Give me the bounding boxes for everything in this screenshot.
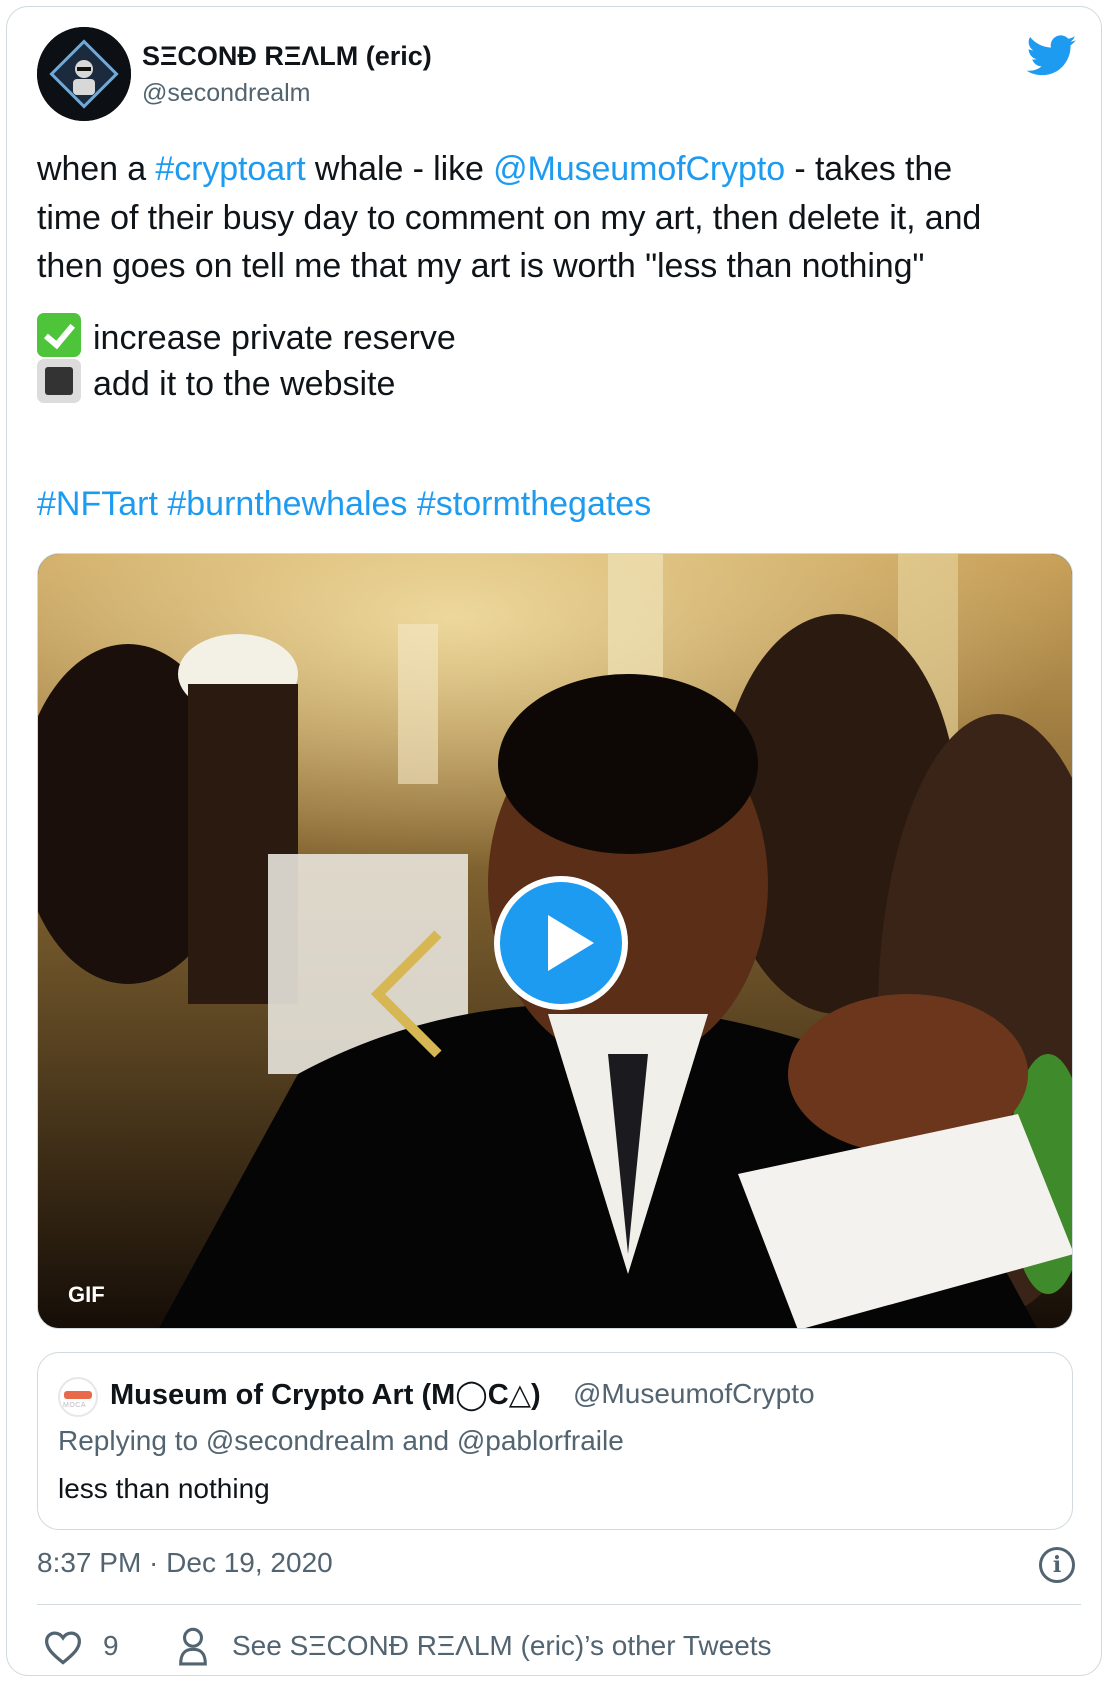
- quoted-author-name: Museum of Crypto Art (M◯C△): [110, 1379, 541, 1411]
- tweet-line-2: time of their busy day to comment on my …: [37, 198, 982, 237]
- embedded-tweet-card[interactable]: SΞCONĐ RΞΛLM (eric) @secondrealm when a …: [6, 6, 1102, 1676]
- tweet-text: when a #cryptoart whale - like @Museumof…: [37, 145, 1087, 291]
- author-name[interactable]: SΞCONĐ RΞΛLM (eric): [142, 41, 432, 72]
- checklist-item-text: add it to the website: [93, 365, 396, 403]
- hashtags-links[interactable]: #NFTart #burnthewhales #stormthegates: [37, 485, 651, 524]
- twitter-bird-icon[interactable]: [1027, 35, 1077, 77]
- tweet-text-segment: when a: [37, 150, 156, 188]
- person-icon[interactable]: [177, 1627, 209, 1667]
- quoted-replying-to: Replying to @secondrealm and @pablorfrai…: [58, 1425, 624, 1456]
- quoted-author-avatar: [58, 1377, 98, 1417]
- checklist-item: increase private reserve: [37, 313, 456, 363]
- author-handle[interactable]: @secondrealm: [142, 79, 311, 108]
- gif-badge: GIF: [68, 1282, 105, 1307]
- quoted-tweet[interactable]: Museum of Crypto Art (M◯C△) @MuseumofCry…: [37, 1352, 1073, 1530]
- tweet-line-3: then goes on tell me that my art is wort…: [37, 247, 925, 285]
- info-icon[interactable]: i: [1039, 1547, 1075, 1583]
- gif-media[interactable]: GIF: [37, 553, 1073, 1329]
- checklist-item-text: increase private reserve: [93, 319, 456, 357]
- heart-icon[interactable]: [43, 1629, 83, 1665]
- divider: [37, 1604, 1081, 1605]
- hashtag-cryptoart-link[interactable]: #cryptoart: [155, 150, 305, 188]
- quoted-tweet-text: less than nothing: [58, 1473, 270, 1504]
- like-count[interactable]: 9: [103, 1630, 119, 1662]
- author-avatar[interactable]: [37, 27, 131, 121]
- tweet-line-1: when a #cryptoart whale - like @Museumof…: [37, 145, 1087, 194]
- checklist-item: add it to the website: [37, 359, 395, 409]
- tweet-text-segment: - takes the: [785, 150, 953, 188]
- black-square-button-emoji-icon: [37, 359, 81, 403]
- tweet-text-segment: whale - like: [305, 150, 494, 188]
- play-icon[interactable]: [494, 876, 628, 1010]
- see-other-tweets-link[interactable]: See SΞCONĐ RΞΛLM (eric)’s other Tweets: [232, 1630, 772, 1662]
- check-mark-button-emoji-icon: [37, 313, 81, 357]
- quoted-author-handle: @MuseumofCrypto: [573, 1378, 815, 1409]
- tweet-timestamp-link[interactable]: 8:37 PM · Dec 19, 2020: [37, 1547, 333, 1579]
- mention-museumofcrypto-link[interactable]: @MuseumofCrypto: [493, 150, 785, 188]
